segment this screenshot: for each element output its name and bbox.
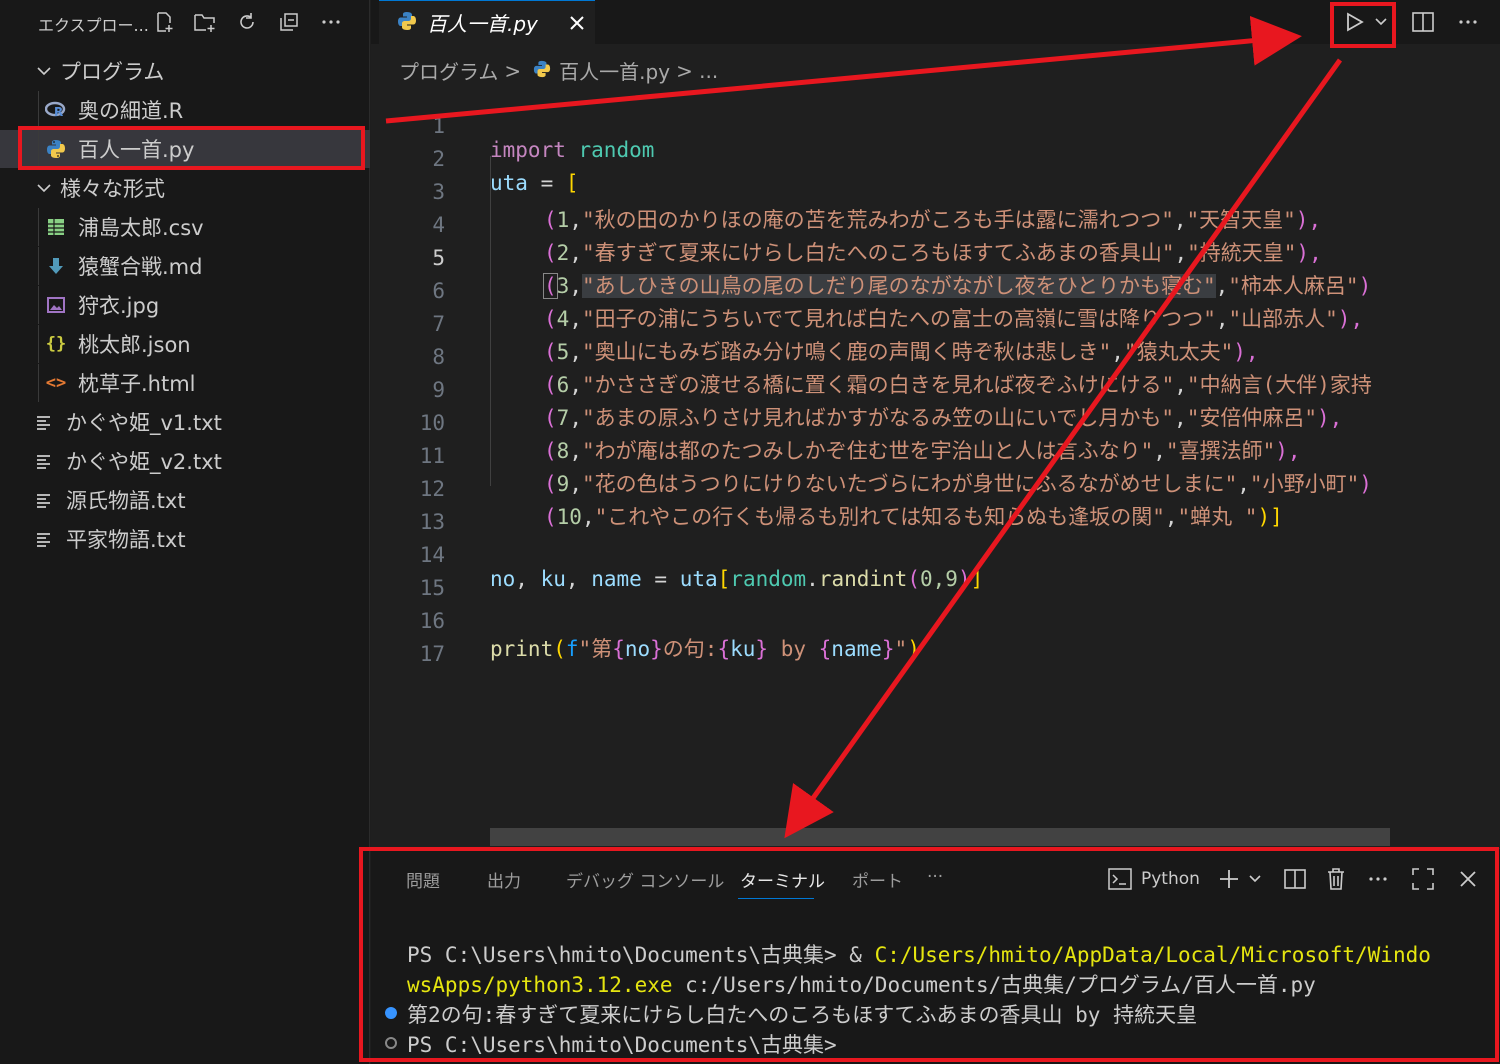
file-item-kaguya-v1[interactable]: かぐや姫_v1.txt (0, 403, 370, 441)
chevron-down-icon (32, 176, 56, 200)
annotation-box-terminal (359, 847, 1499, 1062)
code-line: 2 uta = [ (371, 123, 1500, 195)
code-line: 10 (8,"わが庵は都のたつみしかぞ住む世を宇治山と人は言ふなり","喜撰法師… (371, 387, 1500, 463)
refresh-icon[interactable] (233, 8, 261, 36)
indent-guide (38, 364, 39, 402)
code-line: 8 (6,"かささぎの渡せる橋に置く霜の白きを見れば夜ぞふけにける","中納言(… (371, 321, 1500, 397)
text-file-icon (32, 449, 56, 473)
folder-label: 様々な形式 (60, 177, 165, 201)
r-file-icon: R (44, 98, 68, 122)
file-item-heike[interactable]: 平家物語.txt (0, 520, 370, 558)
file-label: 浦島太郎.csv (78, 216, 204, 240)
breadcrumb-folder[interactable]: プログラム (399, 56, 498, 85)
code-line: 16 print(f"第{no}の句:{ku} by {name}") (371, 585, 1500, 661)
json-file-icon: {} (45, 334, 67, 354)
chevron-down-icon (32, 59, 56, 83)
breadcrumb-more[interactable]: > ... (676, 59, 718, 83)
code-line: 4 (2,"春すぎて夏来にけらし白たへのころもほすてふあまの香具山","持統天皇… (371, 189, 1500, 265)
breadcrumb: プログラム > 百人一首.py > ... (399, 56, 724, 85)
csv-file-icon (44, 215, 68, 239)
file-item-makura-no-soshi[interactable]: <> 枕草子.html (0, 364, 370, 402)
tab-label: 百人一首.py (427, 12, 538, 36)
vscode-window: エクスプロー... プログラム R 奥の細道.R 百人一首.py 様々な形式 浦… (0, 0, 1500, 1064)
html-file-icon: <> (45, 373, 67, 393)
text-file-icon (32, 527, 56, 551)
code-line: 15 (371, 552, 1500, 600)
more-actions-icon[interactable] (317, 8, 345, 36)
svg-text:R: R (54, 105, 63, 119)
breadcrumb-separator: > (504, 58, 522, 83)
text-file-icon (32, 488, 56, 512)
code-line: 7 (5,"奥山にもみぢ踏み分け鳴く鹿の声聞く時ぞ秋は悲しき","猿丸太夫"), (371, 288, 1500, 364)
file-label: 狩衣.jpg (78, 294, 160, 318)
indent-guide (38, 247, 39, 285)
file-label: 平家物語.txt (66, 528, 186, 552)
file-item-urashima[interactable]: 浦島太郎.csv (0, 208, 370, 246)
editor-area: 百人一首.py プログラム > 百人一首.py > ... 1 import r… (371, 0, 1500, 848)
file-label: 源氏物語.txt (66, 489, 186, 513)
code-line: 14 no, ku, name = uta[random.randint(0,9… (371, 519, 1500, 591)
indent-guide (38, 91, 39, 129)
annotation-box-file (18, 126, 365, 170)
file-label: 猿蟹合戦.md (78, 255, 203, 279)
breadcrumb-file[interactable]: 百人一首.py (559, 56, 670, 85)
code-line: 11 (9,"花の色はうつりにけりないたづらにわが身世にふるながめせしまに","… (371, 420, 1500, 496)
code-line: 3 (1,"秋の田のかりほの庵の苫を荒みわがころも手は露に濡れつつ","天智天皇… (371, 156, 1500, 232)
code-editor[interactable]: 1 import random 2 uta = [ 3 (1,"秋の田のかりほの… (371, 90, 1500, 830)
file-label: 枕草子.html (78, 372, 196, 396)
file-item-kaguya-v2[interactable]: かぐや姫_v2.txt (0, 442, 370, 480)
code-line: 9 (7,"あまの原ふりさけ見ればかすがなるみ笠の山にいでし月かも","安倍仲麻… (371, 354, 1500, 430)
image-file-icon (44, 293, 68, 317)
indent-guide (38, 286, 39, 324)
split-editor-icon[interactable] (1409, 8, 1437, 36)
python-file-icon (397, 11, 417, 35)
code-line: 13 (371, 486, 1500, 534)
file-item-sarukani[interactable]: 猿蟹合戦.md (0, 247, 370, 285)
python-file-icon (533, 59, 551, 83)
horizontal-scrollbar[interactable] (490, 828, 1390, 846)
folder-label: プログラム (60, 60, 165, 84)
indent-guide (38, 325, 39, 363)
collapse-all-icon[interactable] (275, 8, 303, 36)
indent-guide (38, 208, 39, 246)
file-label: かぐや姫_v2.txt (66, 450, 222, 474)
file-item-kariginu[interactable]: 狩衣.jpg (0, 286, 370, 324)
tab-hyakunin-isshu[interactable]: 百人一首.py (379, 0, 595, 44)
more-actions-icon[interactable] (1454, 8, 1482, 36)
code-line: 12 (10,"これやこの行くも帰るも別れては知るも知らぬも逢坂の関","蝉丸 … (371, 453, 1500, 529)
code-line: 17 (371, 618, 1500, 666)
explorer-title: エクスプロー... (38, 16, 149, 35)
code-line: 1 import random (371, 90, 1500, 162)
text-file-icon (32, 410, 56, 434)
close-icon[interactable] (565, 11, 589, 35)
new-file-icon[interactable] (150, 8, 178, 36)
markdown-file-icon (44, 254, 68, 278)
file-item-genji[interactable]: 源氏物語.txt (0, 481, 370, 519)
file-label: 桃太郎.json (78, 333, 191, 357)
file-item-momotaro[interactable]: {} 桃太郎.json (0, 325, 370, 363)
new-folder-icon[interactable] (191, 8, 219, 36)
file-item-oku-no-hosomichi[interactable]: R 奥の細道.R (0, 91, 370, 129)
file-label: 奥の細道.R (78, 99, 184, 123)
folder-programs[interactable]: プログラム (0, 52, 370, 90)
folder-various-formats[interactable]: 様々な形式 (0, 169, 370, 207)
code-line-current: 5 (3,"あしひきの山鳥の尾のしだり尾のながながし夜をひとりかも寝む","柿本… (371, 222, 1500, 299)
file-label: かぐや姫_v1.txt (66, 411, 222, 435)
line-number: 17 (419, 642, 445, 666)
explorer-header: エクスプロー... (0, 0, 370, 44)
annotation-box-run (1330, 2, 1396, 48)
code-line: 6 (4,"田子の浦にうちいでて見れば白たへの富士の高嶺に雪は降りつつ","山部… (371, 255, 1500, 331)
